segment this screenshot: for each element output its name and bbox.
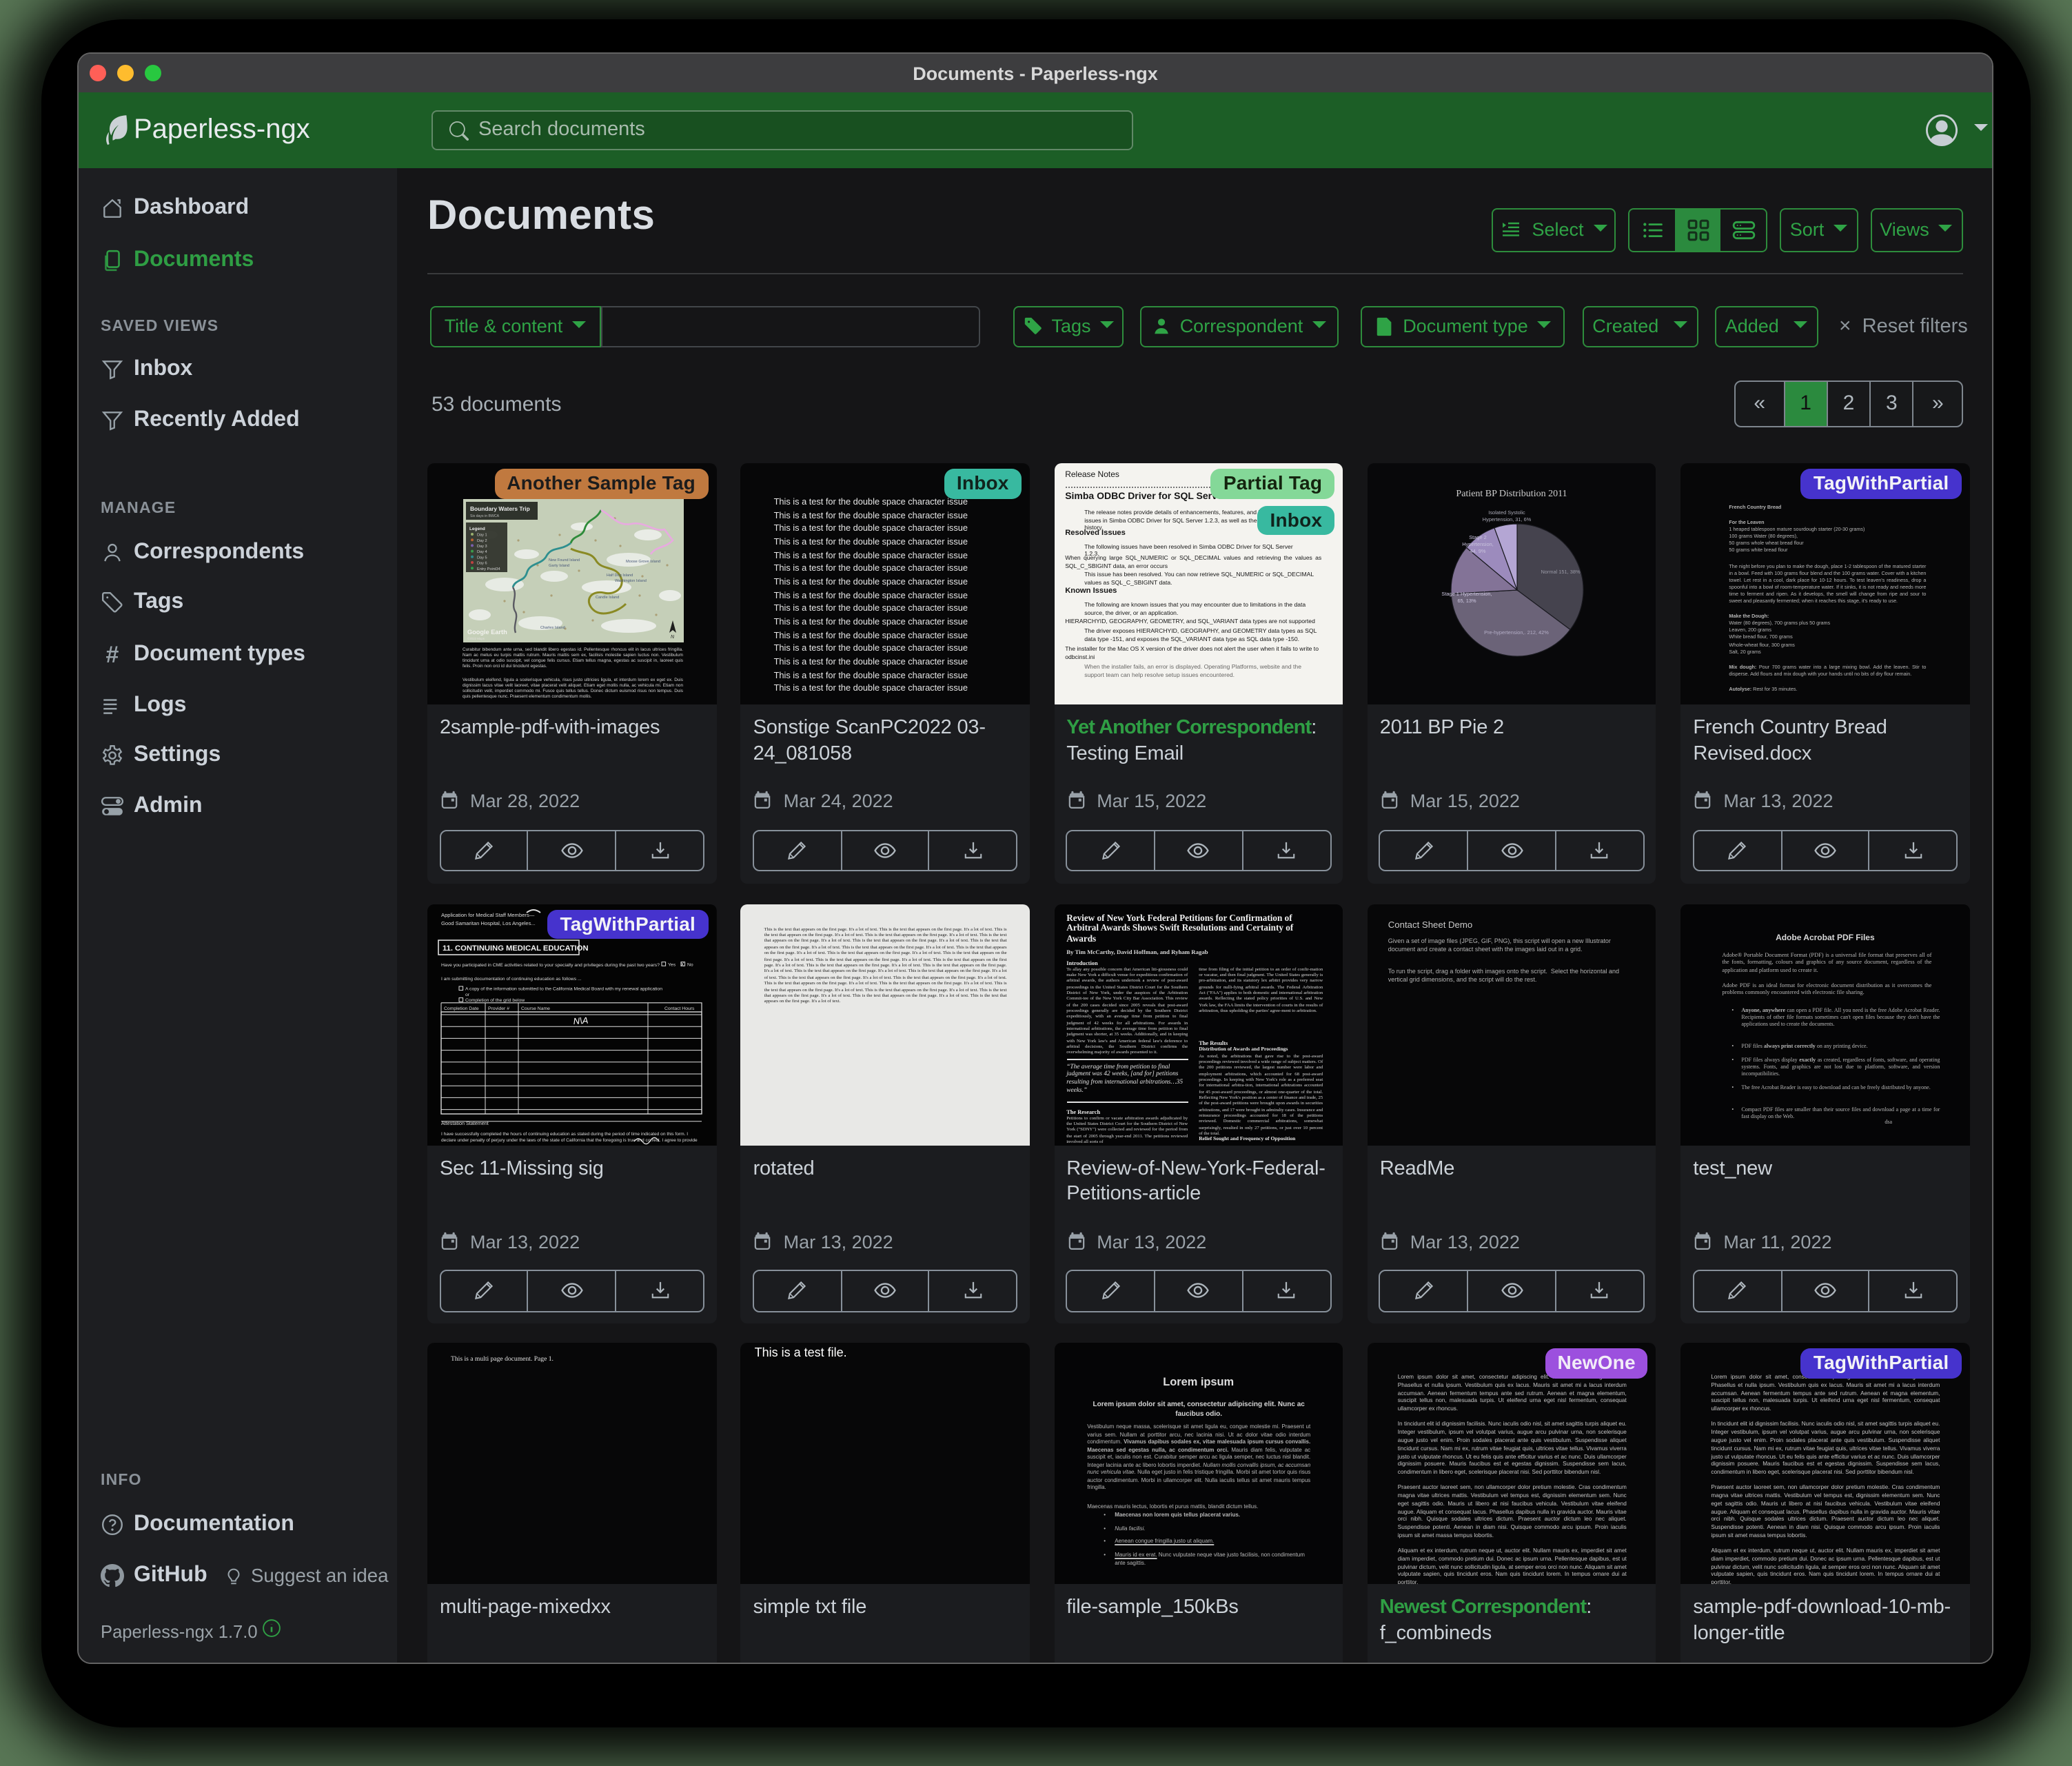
svg-text:Day 6: Day 6 [476,561,487,565]
svg-text:Stage 2: Stage 2 [1469,534,1486,540]
svg-text:Completion Date: Completion Date [444,1006,479,1011]
svg-text:Patient BP Distribution 2011: Patient BP Distribution 2011 [1456,489,1567,499]
svg-text:I am submitting documentation: I am submitting documentation of continu… [441,976,582,981]
svg-text:Day 5: Day 5 [476,555,487,559]
svg-text:Half Dog Island: Half Dog Island [606,573,632,577]
svg-text:Garty Island: Garty Island [548,563,569,567]
svg-text:Contact Hours: Contact Hours [664,1006,695,1011]
svg-text:A copy of the information subm: A copy of the information submitted to t… [465,986,662,991]
svg-text:Yes: Yes [668,962,676,967]
svg-text:X: X [680,961,684,967]
svg-text:I have successfully completed: I have successfully completed the hours … [441,1131,688,1136]
svg-text:Day 3: Day 3 [476,544,487,548]
svg-text:Completion of the grid below: Completion of the grid below [465,997,525,1002]
svg-text:New Found Island: New Found Island [548,558,579,562]
svg-text:No: No [687,962,693,967]
svg-text:Six days in BWCA: Six days in BWCA [469,514,499,518]
svg-text:Application for Medical Staff: Application for Medical Staff Members— [441,911,535,917]
svg-text:Course Name: Course Name [521,1006,550,1011]
svg-text:Isolated Systolic: Isolated Systolic [1488,509,1525,516]
svg-text:Good Samaritan Hospital, Los A: Good Samaritan Hospital, Los Angeles... [441,920,536,926]
svg-text:Day 1: Day 1 [476,533,487,537]
svg-text:Washington Island: Washington Island [614,578,646,582]
svg-text:Day 2: Day 2 [476,538,487,542]
svg-text:or: or [465,992,470,997]
svg-text:Hypertension, 31, 6%: Hypertension, 31, 6% [1482,516,1531,522]
svg-text:Have you participated in CME a: Have you participated in CME activities … [441,962,660,967]
svg-text:65, 13%: 65, 13% [1457,598,1476,604]
svg-text:N\A: N\A [573,1015,589,1026]
svg-text:Boundary Waters Trip: Boundary Waters Trip [469,505,529,511]
svg-text:Charles Island: Charles Island [540,625,565,629]
svg-text:44, 9%: 44, 9% [1470,548,1485,554]
svg-text:©2022 Maps: ©2022 Maps [467,636,485,640]
svg-text:Normal 151, 38%: Normal 151, 38% [1541,569,1581,575]
svg-text:Google Earth: Google Earth [467,628,507,635]
svg-text:Pre-hypertension,. 212, 42%: Pre-hypertension,. 212, 42% [1484,629,1549,636]
svg-text:Entry Point34: Entry Point34 [476,567,500,571]
svg-text:Candle Island: Candle Island [595,595,618,599]
svg-text:Hypertension,: Hypertension, [1462,541,1494,547]
svg-text:declare under penalty of perju: declare under penalty of perjury under t… [441,1137,698,1142]
svg-text:Legend: Legend [469,526,485,531]
svg-text:Stage 1 Hypertension,: Stage 1 Hypertension, [1441,591,1492,597]
svg-text:Day 4: Day 4 [476,549,487,554]
svg-text:Moose Grove Island: Moose Grove Island [625,559,660,563]
svg-text:Provider #: Provider # [488,1006,509,1011]
svg-text:Attestation Statement: Attestation Statement [441,1119,489,1126]
